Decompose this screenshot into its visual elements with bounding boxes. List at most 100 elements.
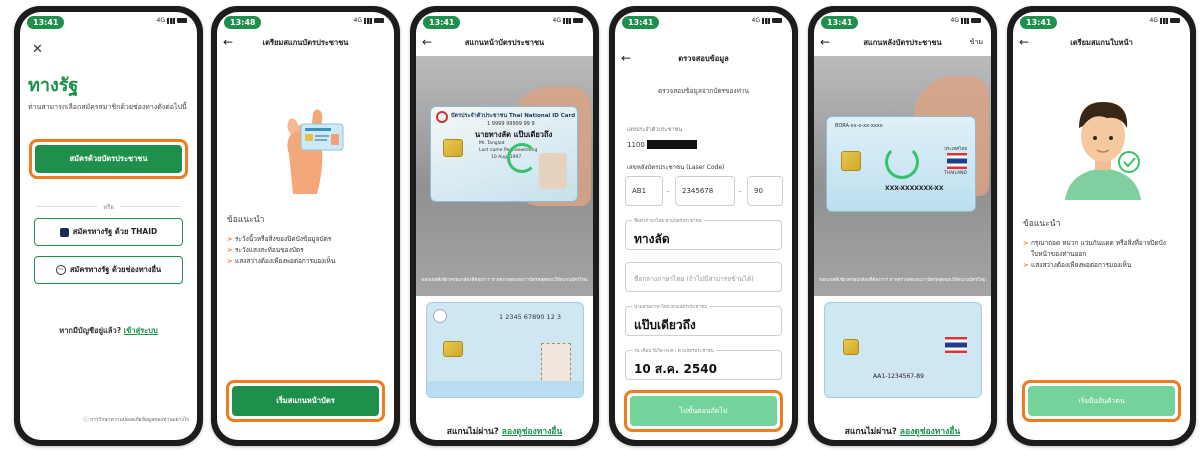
register-other-button[interactable]: ··· สมัครทางรัฐ ด้วยช่องทางอื่น bbox=[34, 256, 183, 284]
skip-link[interactable]: ข้าม bbox=[970, 37, 983, 48]
id-card-back-preview: 1 2345 67890 12 3 bbox=[426, 302, 584, 398]
privacy-label: การรักษาความปลอดภัยข้อมูลของท่านอย่างไร bbox=[90, 417, 189, 423]
register-screen: 13:41 4G ✕ ทางรัฐ ท่านสามารถเลือกสมัครสม… bbox=[20, 12, 197, 440]
thai-flag-icon bbox=[947, 153, 967, 169]
scan-failed-text: สแกนไม่ผ่าน? bbox=[446, 427, 499, 437]
thaid-logo-icon bbox=[59, 227, 69, 237]
register-thaid-button[interactable]: สมัครทางรัฐ ด้วย THAID bbox=[34, 218, 183, 246]
try-other-link[interactable]: ลองดูช่องทางอื่น bbox=[900, 427, 960, 437]
close-icon[interactable]: ✕ bbox=[32, 42, 43, 57]
id-card-back: BORA-xx-x-xx-xxxx XXX-XXXXXXX-XX ประเทศไ… bbox=[826, 116, 976, 212]
prepare-face-scan-screen: 13:41 4G ← เตรียมสแกนใบหน้า ข้อแนะนำ กรุ… bbox=[1013, 12, 1190, 440]
login-link[interactable]: เข้าสู่ระบบ bbox=[124, 326, 158, 335]
camera-view: บัตรประจำตัวประชาชน Thai National ID Car… bbox=[416, 56, 593, 296]
status-time: 13:41 bbox=[27, 16, 65, 29]
highlight-frame: ไปขั้นตอนถัดไป bbox=[624, 390, 783, 432]
status-time: 13:41 bbox=[423, 16, 461, 29]
lastname-field[interactable]: นามสกุลภาษาไทย ตามบัตรประชาชน แป๊บเดียวถ… bbox=[625, 303, 782, 336]
advice-item: แสงสว่างต้องเพียงพอต่อการมองเห็น bbox=[1023, 260, 1182, 271]
card-back-chip-icon bbox=[843, 339, 859, 355]
card-code: BORA-xx-x-xx-xxxx bbox=[835, 123, 883, 129]
phone-screen-2: 13:48 4G ← เตรียมสแกนบัตรประชาชน ข้อแนะน… bbox=[211, 6, 400, 446]
card-header: บัตรประจำตัวประชาชน Thai National ID Car… bbox=[451, 113, 576, 119]
thai-flag-icon bbox=[945, 337, 967, 353]
page-title: ตรวจสอบข้อมูล bbox=[678, 54, 729, 63]
firstname-field[interactable]: ชื่อตัวภาษาไทย ตามบัตรประชาชน ทางลัด bbox=[625, 217, 782, 250]
laser-code-part-3[interactable]: 90 bbox=[747, 176, 783, 206]
scan-progress-ring bbox=[885, 145, 919, 179]
start-verify-button[interactable]: เริ่มยืนยันตัวตน bbox=[1028, 386, 1175, 416]
top-bar: ← เตรียมสแกนบัตรประชาชน bbox=[217, 34, 394, 52]
hand-holding-card-illustration bbox=[287, 109, 344, 194]
middlename-field[interactable]: ชื่อกลางภาษาไทย (ถ้าไม่มีสามารถข้ามได้) bbox=[625, 262, 782, 292]
status-bar: 13:41 4G bbox=[1013, 12, 1190, 32]
scan-back-screen: 13:41 4G ← สแกนหลังบัตรประชาชน ข้าม BORA… bbox=[814, 12, 991, 440]
highlight-frame: เริ่มสแกนหน้าบัตร bbox=[226, 380, 385, 422]
login-row: หากมีบัญชีอยู่แล้ว? เข้าสู่ระบบ bbox=[20, 325, 197, 337]
advice-item: แสงสว่างต้องเพียงพอต่อการมองเห็น bbox=[227, 256, 386, 267]
advice-heading: ข้อแนะนำ bbox=[1023, 219, 1061, 229]
phone-screen-4: 13:41 4G ← ตรวจสอบข้อมูล ตรวจสอบข้อมูลจา… bbox=[609, 6, 798, 446]
status-time: 13:48 bbox=[224, 16, 262, 29]
card-back-photo bbox=[541, 343, 571, 385]
card-country: ประเทศไทย bbox=[944, 147, 967, 152]
battery-icon bbox=[1170, 18, 1180, 23]
status-bar: 13:41 4G bbox=[20, 12, 197, 32]
card-serial: XXX-XXXXXXX-XX bbox=[885, 185, 944, 192]
id-card-front: บัตรประจำตัวประชาชน Thai National ID Car… bbox=[430, 106, 578, 202]
laser-code-part-2[interactable]: 2345678 bbox=[675, 176, 735, 206]
register-id-card-button[interactable]: สมัครด้วยบัตรประชาชน bbox=[35, 145, 182, 173]
register-thaid-label: สมัครทางรัฐ ด้วย THAID bbox=[72, 227, 158, 236]
firstname-value: ทางลัด bbox=[634, 232, 670, 246]
top-bar: ← สแกนหลังบัตรประชาชน ข้าม bbox=[814, 34, 991, 52]
status-time: 13:41 bbox=[1020, 16, 1058, 29]
advice-heading: ข้อแนะนำ bbox=[227, 215, 265, 225]
top-bar: ← เตรียมสแกนใบหน้า bbox=[1013, 34, 1190, 52]
signal-icon: 4G bbox=[354, 17, 384, 24]
start-scan-front-button[interactable]: เริ่มสแกนหน้าบัตร bbox=[232, 386, 379, 416]
top-bar: ← ตรวจสอบข้อมูล bbox=[615, 50, 792, 68]
camera-caption: ขอบเขตสีเขียวครอบกล้องที่ต้องการ หากตรวจ… bbox=[819, 278, 986, 283]
card-back-chip-icon bbox=[443, 341, 463, 357]
card-back-preview-panel: 1 2345 67890 12 3 สแกนไม่ผ่าน? ลองดูช่อง… bbox=[416, 296, 593, 440]
advice-item: กรุณาถอด หมวก แว่นกันแดด หรือสิ่งที่อาจป… bbox=[1023, 238, 1182, 260]
app-title: ทางรัฐ bbox=[28, 75, 79, 96]
card-back-stripe bbox=[427, 381, 583, 397]
dob-field[interactable]: วัน เดือน ปีเกิด (พ.ศ.) ตามบัตรประชาชน 1… bbox=[625, 347, 782, 380]
scan-failed-row: สแกนไม่ผ่าน? ลองดูช่องทางอื่น bbox=[814, 424, 991, 438]
advice-section: ข้อแนะนำ ระวังนิ้วหรือสิ่งของปิดบังข้อมู… bbox=[227, 212, 386, 267]
more-dots-icon: ··· bbox=[55, 265, 66, 275]
phone-screen-1: 13:41 4G ✕ ทางรัฐ ท่านสามารถเลือกสมัครสม… bbox=[14, 6, 203, 446]
signal-icon: 4G bbox=[951, 17, 981, 24]
card-emblem-icon bbox=[436, 111, 448, 123]
face-avatar-illustration bbox=[1065, 102, 1141, 200]
advice-item: ระวังแสงสะท้อนของบัตร bbox=[227, 245, 386, 256]
card-back-serial: AA1-1234567-89 bbox=[873, 373, 924, 380]
signal-icon: 4G bbox=[752, 17, 782, 24]
lastname-value: แป๊บเดียวถึง bbox=[634, 318, 696, 332]
id-number-value: 1100 bbox=[627, 140, 697, 149]
status-time: 13:41 bbox=[622, 16, 660, 29]
scan-failed-text: สแกนไม่ผ่าน? bbox=[844, 427, 897, 437]
laser-dash: - bbox=[739, 188, 742, 196]
next-step-button[interactable]: ไปขั้นตอนถัดไป bbox=[630, 396, 777, 426]
signal-icon: 4G bbox=[1150, 17, 1180, 24]
card-back-number: 1 2345 67890 12 3 bbox=[499, 313, 562, 321]
card-photo bbox=[539, 153, 567, 189]
camera-caption: ขอบเขตสีเขียวครอบกล้องที่ต้องการ หากตรวจ… bbox=[421, 278, 588, 283]
highlight-frame: สมัครด้วยบัตรประชาชน bbox=[29, 139, 188, 179]
privacy-link[interactable]: ⓘ การรักษาความปลอดภัยข้อมูลของท่านอย่างไ… bbox=[20, 416, 189, 424]
verify-info-screen: 13:41 4G ← ตรวจสอบข้อมูล ตรวจสอบข้อมูลจา… bbox=[615, 12, 792, 440]
status-bar: 13:41 4G bbox=[814, 12, 991, 32]
battery-icon bbox=[177, 18, 187, 23]
or-divider: หรือ bbox=[36, 202, 181, 212]
try-other-link[interactable]: ลองดูช่องทางอื่น bbox=[502, 427, 562, 437]
laser-dash: - bbox=[667, 188, 670, 196]
middlename-placeholder: ชื่อกลางภาษาไทย (ถ้าไม่มีสามารถข้ามได้) bbox=[634, 275, 754, 283]
login-prompt: หากมีบัญชีอยู่แล้ว? bbox=[59, 326, 122, 335]
scan-front-screen: 13:41 4G ← สแกนหน้าบัตรประชาชน บัตรประจำ… bbox=[416, 12, 593, 440]
camera-view: BORA-xx-x-xx-xxxx XXX-XXXXXXX-XX ประเทศไ… bbox=[814, 56, 991, 296]
laser-code-part-1[interactable]: AB1 bbox=[625, 176, 663, 206]
phone-screen-3: 13:41 4G ← สแกนหน้าบัตรประชาชน บัตรประจำ… bbox=[410, 6, 599, 446]
card-chip-icon bbox=[443, 139, 463, 157]
